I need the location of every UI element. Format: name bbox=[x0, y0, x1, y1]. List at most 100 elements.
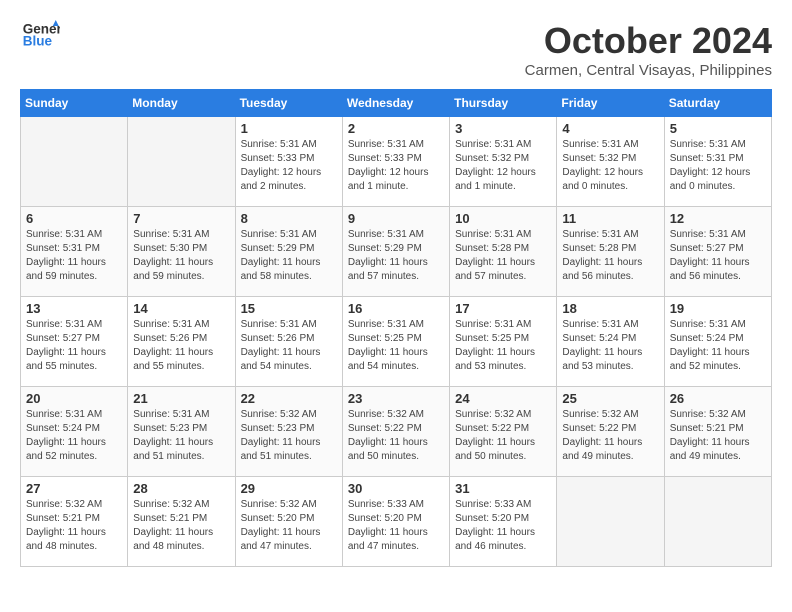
day-number: 25 bbox=[562, 391, 658, 406]
day-number: 23 bbox=[348, 391, 444, 406]
day-info: Sunrise: 5:31 AMSunset: 5:33 PMDaylight:… bbox=[348, 138, 444, 194]
calendar-cell: 5 Sunrise: 5:31 AMSunset: 5:31 PMDaylight… bbox=[664, 117, 771, 207]
calendar-cell: 31Sunrise: 5:33 AMSunset: 5:20 PMDayligh… bbox=[450, 477, 557, 567]
day-info: Sunrise: 5:31 AMSunset: 5:31 PMDaylight:… bbox=[670, 138, 766, 194]
weekday-header: Thursday bbox=[450, 90, 557, 117]
calendar-week-row: 13 Sunrise: 5:31 AMSunset: 5:27 PMDayligh… bbox=[21, 297, 772, 387]
weekday-header: Saturday bbox=[664, 90, 771, 117]
day-info: Sunrise: 5:31 AMSunset: 5:29 PMDaylight:… bbox=[241, 228, 337, 284]
day-number: 17 bbox=[455, 301, 551, 316]
day-number: 22 bbox=[241, 391, 337, 406]
day-number: 13 bbox=[26, 301, 122, 316]
calendar-cell: 15 Sunrise: 5:31 AMSunset: 5:26 PMDayligh… bbox=[235, 297, 342, 387]
weekday-header: Monday bbox=[128, 90, 235, 117]
day-info: Sunrise: 5:32 AMSunset: 5:22 PMDaylight:… bbox=[562, 408, 658, 464]
svg-text:Blue: Blue bbox=[23, 34, 53, 49]
day-number: 12 bbox=[670, 211, 766, 226]
day-number: 24 bbox=[455, 391, 551, 406]
calendar-cell bbox=[21, 117, 128, 207]
day-number: 11 bbox=[562, 211, 658, 226]
calendar-cell: 17 Sunrise: 5:31 AMSunset: 5:25 PMDayligh… bbox=[450, 297, 557, 387]
day-number: 20 bbox=[26, 391, 122, 406]
day-info: Sunrise: 5:33 AMSunset: 5:20 PMDaylight:… bbox=[348, 498, 444, 554]
day-info: Sunrise: 5:31 AMSunset: 5:28 PMDaylight:… bbox=[455, 228, 551, 284]
day-number: 31 bbox=[455, 481, 551, 496]
day-info: Sunrise: 5:31 AMSunset: 5:24 PMDaylight:… bbox=[26, 408, 122, 464]
calendar-cell: 28Sunrise: 5:32 AMSunset: 5:21 PMDayligh… bbox=[128, 477, 235, 567]
calendar-cell: 26 Sunrise: 5:32 AMSunset: 5:21 PMDayligh… bbox=[664, 387, 771, 477]
calendar-cell: 7Sunrise: 5:31 AMSunset: 5:30 PMDaylight… bbox=[128, 207, 235, 297]
calendar-cell: 14Sunrise: 5:31 AMSunset: 5:26 PMDayligh… bbox=[128, 297, 235, 387]
day-info: Sunrise: 5:31 AMSunset: 5:25 PMDaylight:… bbox=[348, 318, 444, 374]
calendar-cell: 25 Sunrise: 5:32 AMSunset: 5:22 PMDayligh… bbox=[557, 387, 664, 477]
calendar-cell: 20 Sunrise: 5:31 AMSunset: 5:24 PMDayligh… bbox=[21, 387, 128, 477]
calendar-cell: 3Sunrise: 5:31 AMSunset: 5:32 PMDaylight… bbox=[450, 117, 557, 207]
calendar-cell: 24 Sunrise: 5:32 AMSunset: 5:22 PMDayligh… bbox=[450, 387, 557, 477]
calendar-cell: 13 Sunrise: 5:31 AMSunset: 5:27 PMDayligh… bbox=[21, 297, 128, 387]
calendar-cell: 18 Sunrise: 5:31 AMSunset: 5:24 PMDayligh… bbox=[557, 297, 664, 387]
page-header: General Blue October 2024 Carmen, Centra… bbox=[20, 20, 772, 79]
weekday-header: Friday bbox=[557, 90, 664, 117]
calendar-header-row: SundayMondayTuesdayWednesdayThursdayFrid… bbox=[21, 90, 772, 117]
calendar-week-row: 6 Sunrise: 5:31 AMSunset: 5:31 PMDaylight… bbox=[21, 207, 772, 297]
calendar-cell: 23Sunrise: 5:32 AMSunset: 5:22 PMDayligh… bbox=[342, 387, 449, 477]
calendar-table: SundayMondayTuesdayWednesdayThursdayFrid… bbox=[20, 89, 772, 567]
day-info: Sunrise: 5:32 AMSunset: 5:21 PMDaylight:… bbox=[670, 408, 766, 464]
calendar-cell bbox=[664, 477, 771, 567]
day-info: Sunrise: 5:32 AMSunset: 5:21 PMDaylight:… bbox=[26, 498, 122, 554]
calendar-cell: 10 Sunrise: 5:31 AMSunset: 5:28 PMDayligh… bbox=[450, 207, 557, 297]
calendar-cell bbox=[128, 117, 235, 207]
weekday-header: Tuesday bbox=[235, 90, 342, 117]
calendar-cell: 6 Sunrise: 5:31 AMSunset: 5:31 PMDaylight… bbox=[21, 207, 128, 297]
calendar-week-row: 20 Sunrise: 5:31 AMSunset: 5:24 PMDayligh… bbox=[21, 387, 772, 477]
day-number: 30 bbox=[348, 481, 444, 496]
logo: General Blue bbox=[20, 20, 60, 50]
day-info: Sunrise: 5:31 AMSunset: 5:23 PMDaylight:… bbox=[133, 408, 229, 464]
day-number: 29 bbox=[241, 481, 337, 496]
day-number: 5 bbox=[670, 121, 766, 136]
weekday-header: Wednesday bbox=[342, 90, 449, 117]
day-number: 15 bbox=[241, 301, 337, 316]
day-number: 1 bbox=[241, 121, 337, 136]
day-number: 28 bbox=[133, 481, 229, 496]
day-number: 18 bbox=[562, 301, 658, 316]
day-number: 16 bbox=[348, 301, 444, 316]
calendar-cell: 16 Sunrise: 5:31 AMSunset: 5:25 PMDayligh… bbox=[342, 297, 449, 387]
day-info: Sunrise: 5:31 AMSunset: 5:24 PMDaylight:… bbox=[562, 318, 658, 374]
day-info: Sunrise: 5:31 AMSunset: 5:30 PMDaylight:… bbox=[133, 228, 229, 284]
day-info: Sunrise: 5:32 AMSunset: 5:20 PMDaylight:… bbox=[241, 498, 337, 554]
calendar-cell: 1Sunrise: 5:31 AMSunset: 5:33 PMDaylight… bbox=[235, 117, 342, 207]
day-number: 14 bbox=[133, 301, 229, 316]
day-info: Sunrise: 5:31 AMSunset: 5:32 PMDaylight:… bbox=[455, 138, 551, 194]
calendar-cell: 4Sunrise: 5:31 AMSunset: 5:32 PMDaylight… bbox=[557, 117, 664, 207]
day-number: 6 bbox=[26, 211, 122, 226]
day-number: 10 bbox=[455, 211, 551, 226]
day-info: Sunrise: 5:31 AMSunset: 5:29 PMDaylight:… bbox=[348, 228, 444, 284]
day-info: Sunrise: 5:31 AMSunset: 5:28 PMDaylight:… bbox=[562, 228, 658, 284]
calendar-cell: 27 Sunrise: 5:32 AMSunset: 5:21 PMDayligh… bbox=[21, 477, 128, 567]
calendar-cell: 30 Sunrise: 5:33 AMSunset: 5:20 PMDayligh… bbox=[342, 477, 449, 567]
day-info: Sunrise: 5:31 AMSunset: 5:27 PMDaylight:… bbox=[670, 228, 766, 284]
day-number: 27 bbox=[26, 481, 122, 496]
day-info: Sunrise: 5:31 AMSunset: 5:31 PMDaylight:… bbox=[26, 228, 122, 284]
day-number: 19 bbox=[670, 301, 766, 316]
calendar-cell: 11 Sunrise: 5:31 AMSunset: 5:28 PMDayligh… bbox=[557, 207, 664, 297]
weekday-header: Sunday bbox=[21, 90, 128, 117]
day-number: 2 bbox=[348, 121, 444, 136]
calendar-cell: 12 Sunrise: 5:31 AMSunset: 5:27 PMDayligh… bbox=[664, 207, 771, 297]
calendar-cell: 2 Sunrise: 5:31 AMSunset: 5:33 PMDaylight… bbox=[342, 117, 449, 207]
day-info: Sunrise: 5:31 AMSunset: 5:25 PMDaylight:… bbox=[455, 318, 551, 374]
day-info: Sunrise: 5:31 AMSunset: 5:26 PMDaylight:… bbox=[241, 318, 337, 374]
day-info: Sunrise: 5:32 AMSunset: 5:22 PMDaylight:… bbox=[455, 408, 551, 464]
calendar-cell: 21 Sunrise: 5:31 AMSunset: 5:23 PMDayligh… bbox=[128, 387, 235, 477]
day-info: Sunrise: 5:31 AMSunset: 5:27 PMDaylight:… bbox=[26, 318, 122, 374]
calendar-cell: 29 Sunrise: 5:32 AMSunset: 5:20 PMDayligh… bbox=[235, 477, 342, 567]
logo-icon: General Blue bbox=[20, 20, 60, 50]
calendar-cell: 22Sunrise: 5:32 AMSunset: 5:23 PMDayligh… bbox=[235, 387, 342, 477]
day-number: 9 bbox=[348, 211, 444, 226]
day-number: 8 bbox=[241, 211, 337, 226]
day-number: 26 bbox=[670, 391, 766, 406]
day-number: 21 bbox=[133, 391, 229, 406]
calendar-cell: 9 Sunrise: 5:31 AMSunset: 5:29 PMDaylight… bbox=[342, 207, 449, 297]
day-info: Sunrise: 5:31 AMSunset: 5:32 PMDaylight:… bbox=[562, 138, 658, 194]
